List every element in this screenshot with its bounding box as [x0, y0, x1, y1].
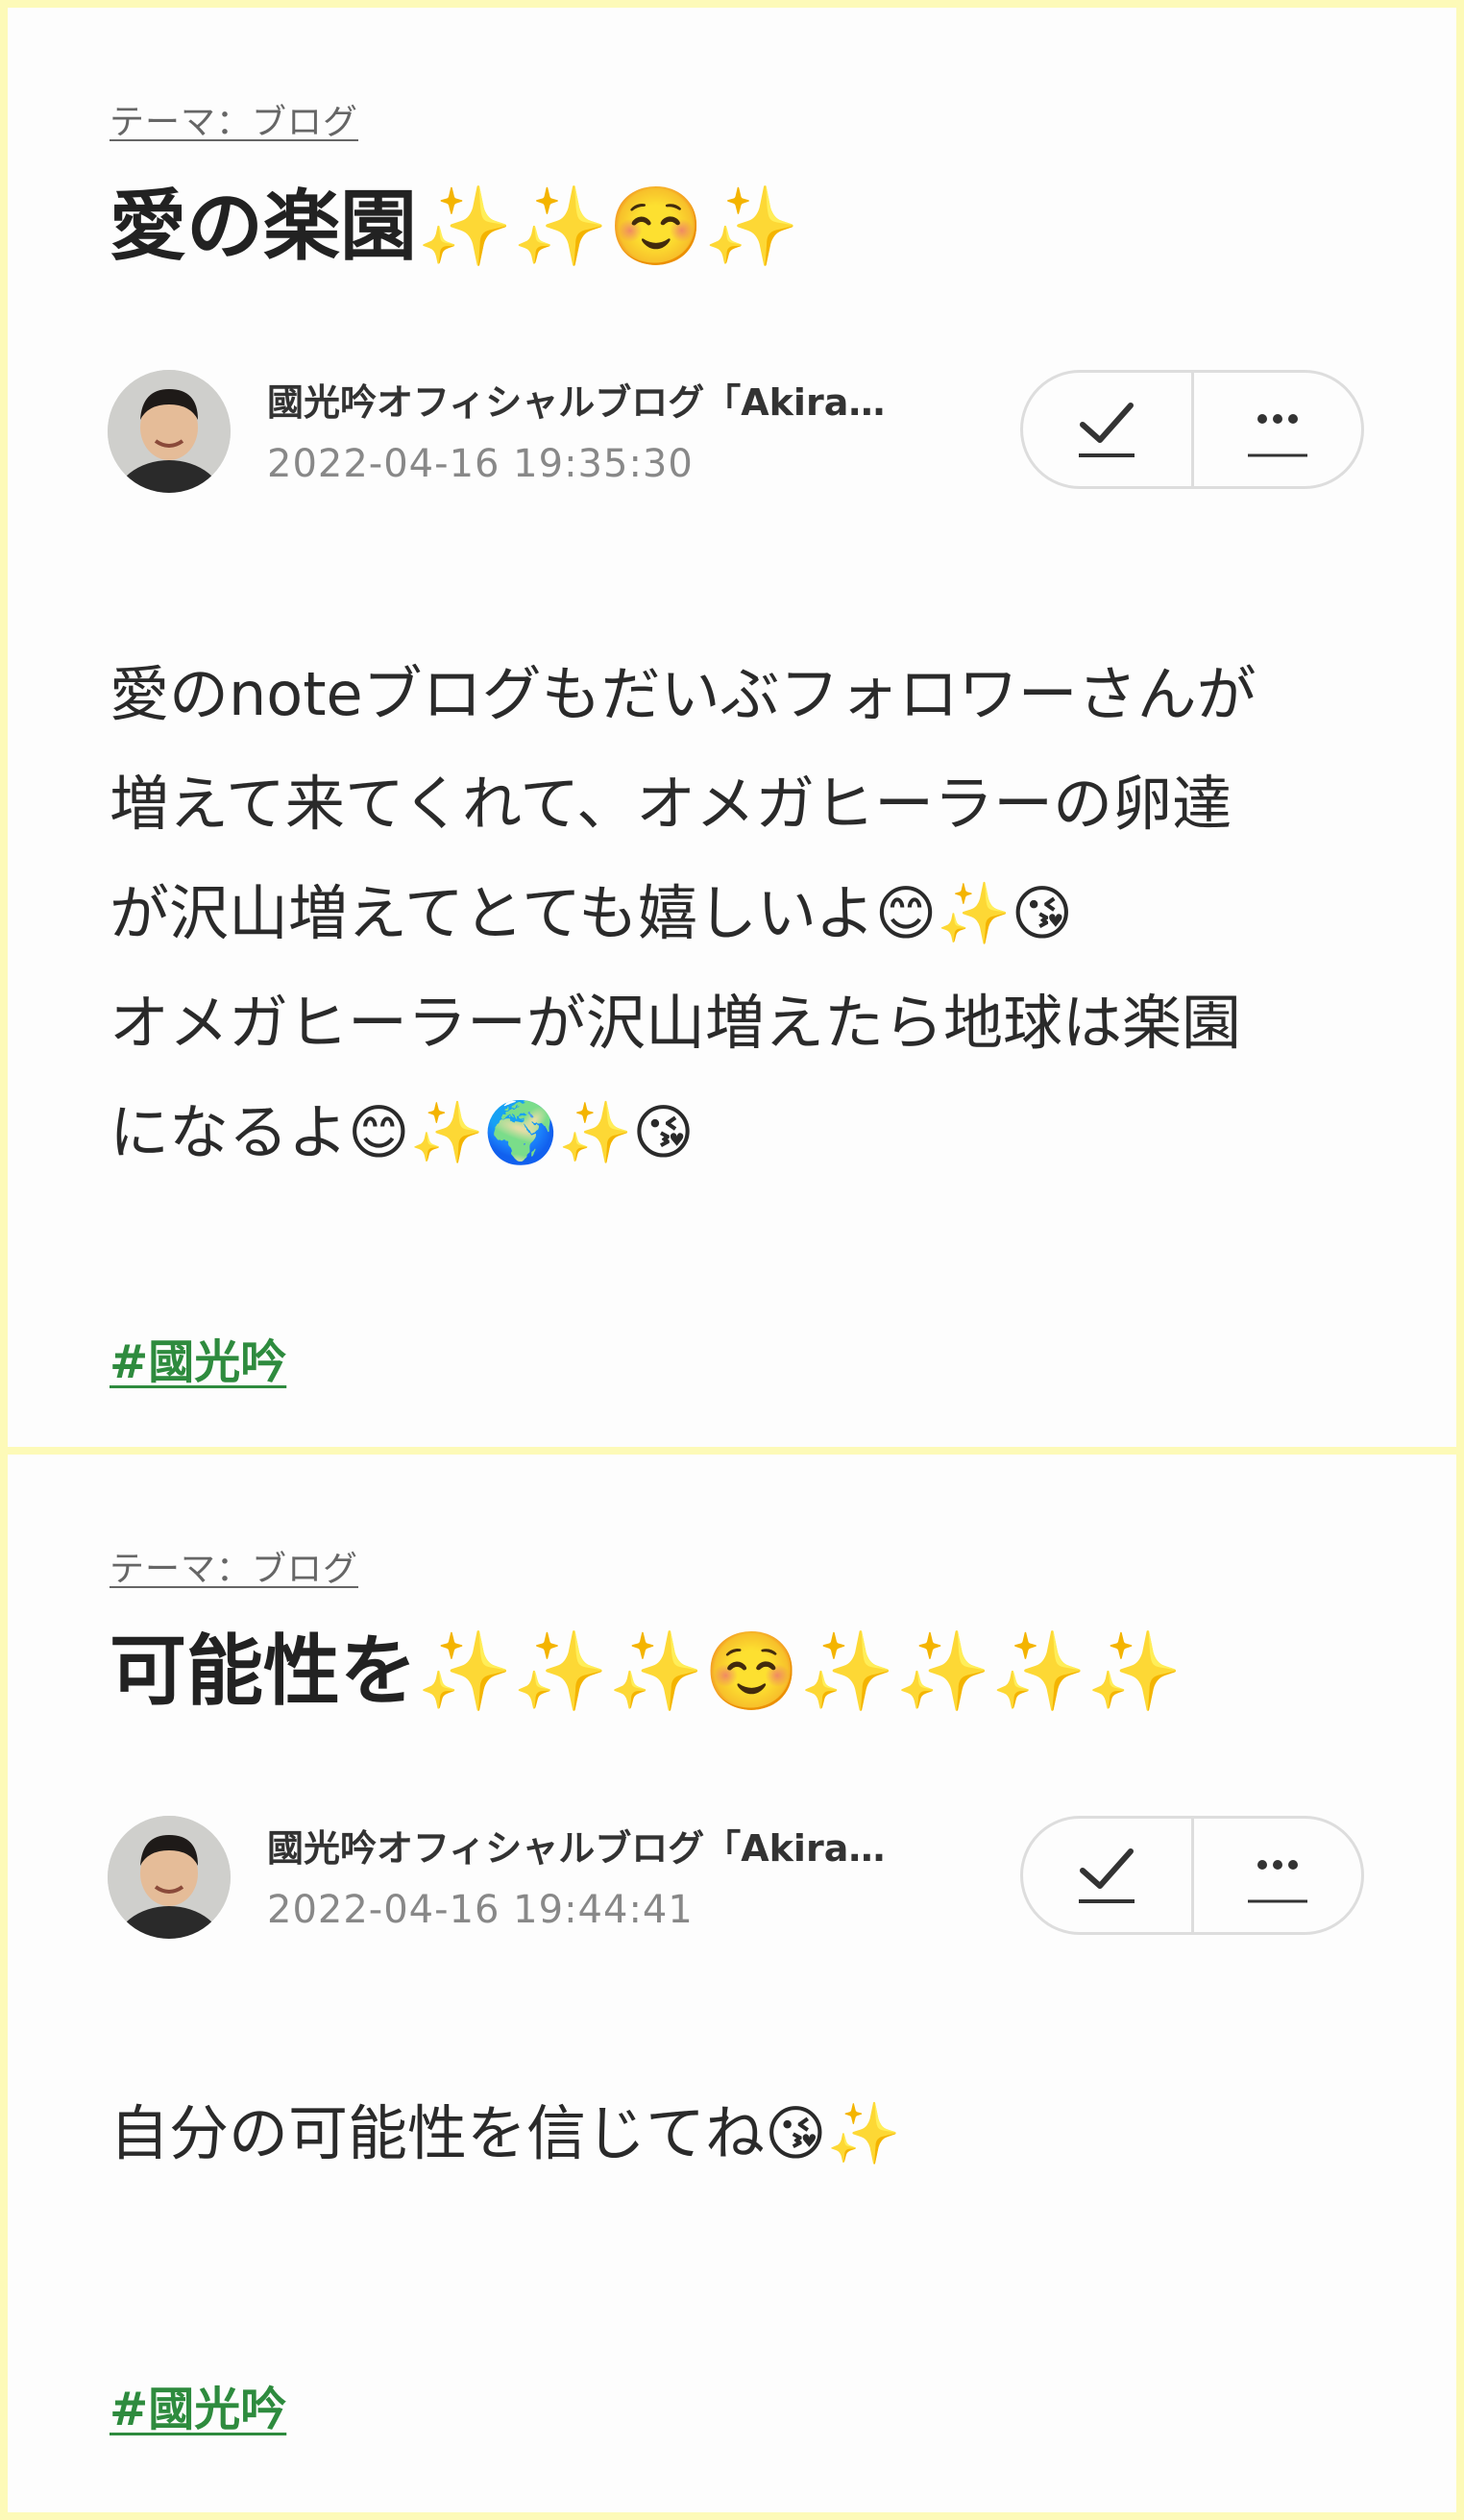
checkmark-icon [1079, 403, 1135, 457]
post-action-group [1020, 370, 1364, 489]
author-name[interactable]: 國光吟オフィシャルブログ「Akira… [267, 373, 978, 426]
author-avatar[interactable] [108, 370, 231, 493]
body-line: になるよ😊✨🌍✨😘 [110, 1097, 695, 1167]
avatar-photo-icon [108, 370, 231, 493]
body-line: が沢山増えてとても嬉しいよ😊✨😘 [110, 878, 1074, 948]
body-line: 自分の可能性を信じてね😘✨ [110, 2098, 901, 2168]
body-line: 愛のnoteブログもだいぶフォロワーさんが [110, 659, 1257, 729]
post-title: 可能性を✨✨✨☺️✨✨✨✨ [110, 1627, 1183, 1716]
post-body: 自分の可能性を信じてね😘✨ [110, 2079, 1378, 2189]
post-datetime: 2022-04-16 19:44:41 [267, 1888, 694, 1932]
theme-link[interactable]: テーマ：ブログ [110, 1541, 358, 1591]
more-button[interactable] [1194, 1819, 1362, 1932]
checkmark-icon [1079, 1848, 1135, 1903]
hashtag-link[interactable]: #國光吟 [110, 2371, 286, 2438]
post-action-group [1020, 1816, 1364, 1935]
theme-link[interactable]: テーマ：ブログ [110, 94, 358, 144]
blog-post-card: テーマ：ブログ 愛の楽園✨✨☺️✨ 國光吟オフィシャルブログ「Akira… 20… [8, 8, 1456, 1447]
check-button[interactable] [1023, 373, 1191, 486]
body-line: オメガヒーラーが沢山増えたら地球は楽園 [110, 988, 1242, 1058]
body-line: 増えて来てくれて、オメガヒーラーの卵達 [110, 769, 1232, 839]
post-title: 愛の楽園✨✨☺️✨ [110, 182, 800, 271]
more-dots-icon [1247, 414, 1307, 457]
author-name[interactable]: 國光吟オフィシャルブログ「Akira… [267, 1819, 978, 1872]
more-button[interactable] [1194, 373, 1362, 486]
more-dots-icon [1247, 1860, 1307, 1903]
blog-post-card: テーマ：ブログ 可能性を✨✨✨☺️✨✨✨✨ 國光吟オフィシャルブログ「Akira… [8, 1455, 1456, 2512]
check-button[interactable] [1023, 1819, 1191, 1932]
author-avatar[interactable] [108, 1816, 231, 1939]
avatar-photo-icon [108, 1816, 231, 1939]
post-body: 愛のnoteブログもだいぶフォロワーさんが 増えて来てくれて、オメガヒーラーの卵… [110, 640, 1378, 1187]
hashtag-link[interactable]: #國光吟 [110, 1324, 286, 1391]
post-datetime: 2022-04-16 19:35:30 [267, 442, 694, 486]
